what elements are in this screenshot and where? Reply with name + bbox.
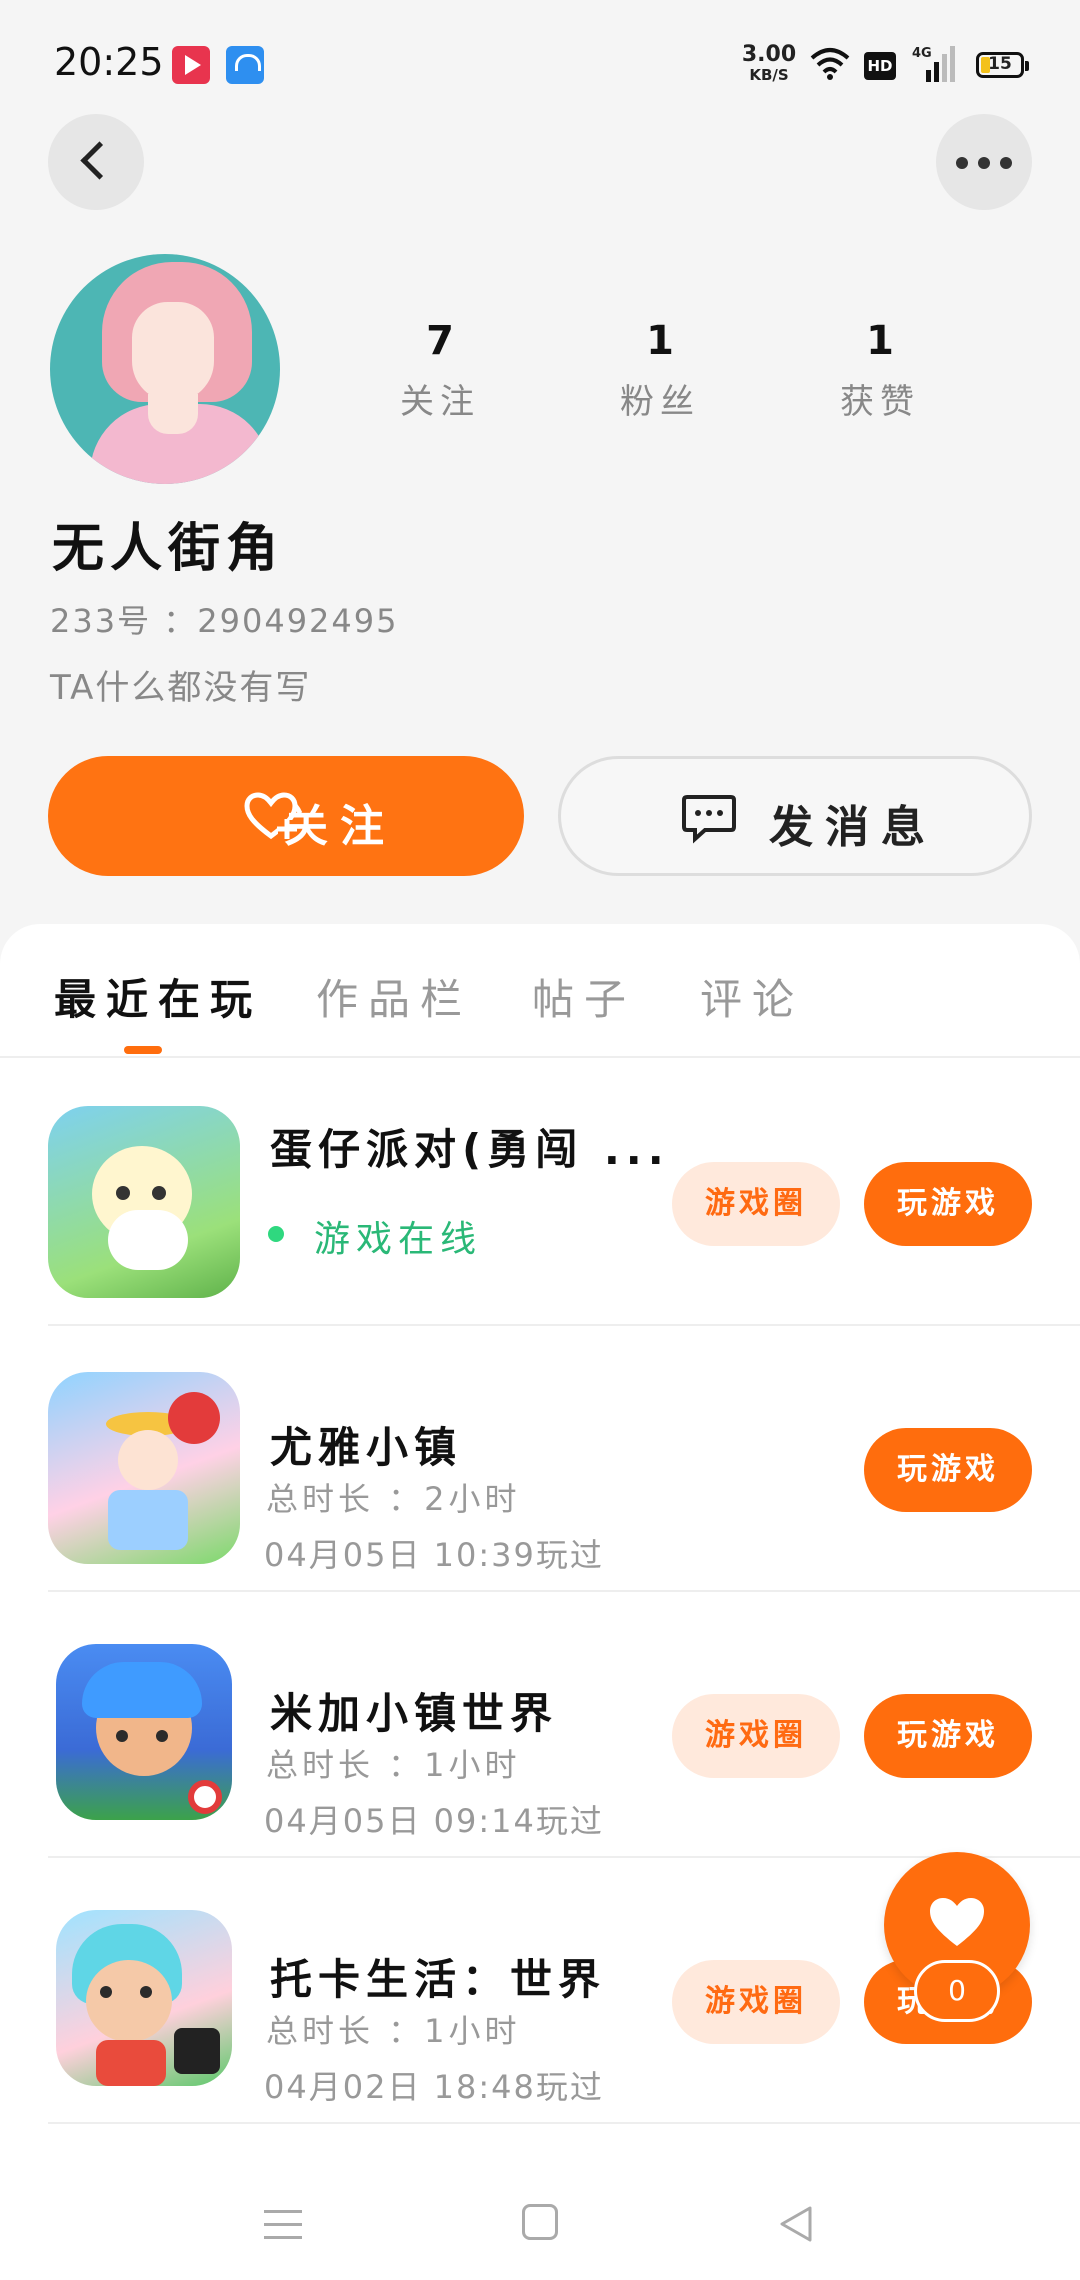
game-title: 米加小镇世界: [270, 1689, 559, 1738]
back-button[interactable]: [48, 114, 144, 210]
network-type: 4G: [912, 46, 932, 61]
game-title: 蛋仔派对(勇闯 ...: [270, 1125, 670, 1174]
game-row[interactable]: 尤雅小镇 总时长 ：2小时 04月05日 10:39玩过 玩游戏: [48, 1326, 1080, 1592]
like-count: 0: [914, 1960, 1000, 2022]
status-time: 20:25: [54, 40, 164, 84]
username: 无人街角: [52, 519, 285, 579]
system-nav-bar: [0, 2160, 1080, 2280]
game-circle-button[interactable]: 游戏圈: [672, 1162, 840, 1246]
network-speed: 3.00 KB/S: [740, 44, 798, 83]
more-dots-icon: [956, 157, 968, 169]
bio: TA什么都没有写: [50, 668, 312, 708]
game-row[interactable]: 米加小镇世界 总时长 ：1小时 04月05日 09:14玩过 游戏圈 玩游戏: [48, 1592, 1080, 1858]
hotspot-app-icon: [226, 46, 264, 84]
game-duration: 总时长 ：1小时: [266, 1746, 521, 1784]
status-bar: 20:25 3.00 KB/S HD 4G 15: [0, 0, 1080, 130]
video-app-icon: [172, 46, 210, 84]
stat-following-label: 关注: [400, 382, 480, 422]
game-row[interactable]: 蛋仔派对(勇闯 ... 游戏在线 游戏圈 玩游戏: [48, 1060, 1080, 1326]
avatar[interactable]: [50, 254, 280, 484]
tab-works[interactable]: 作品栏: [316, 966, 472, 1027]
stat-fans-count: 1: [646, 318, 674, 364]
game-last-played: 04月02日 18:48玩过: [264, 2068, 604, 2106]
back-triangle-icon[interactable]: [776, 2204, 816, 2244]
content-panel: 最近在玩 作品栏 帖子 评论 蛋仔派对(勇闯 ... 游戏在线 游戏圈 玩游戏 …: [0, 924, 1080, 2280]
game-icon-youya-town[interactable]: [48, 1372, 240, 1564]
menu-icon[interactable]: [264, 2210, 302, 2240]
battery-icon: 15: [976, 52, 1029, 78]
stat-likes-count: 1: [866, 318, 894, 364]
hd-icon: HD: [864, 52, 896, 80]
game-circle-button[interactable]: 游戏圈: [672, 1960, 840, 2044]
send-message-button[interactable]: 发消息: [558, 756, 1032, 876]
game-online-status: 游戏在线: [314, 1219, 483, 1260]
game-circle-button[interactable]: 游戏圈: [672, 1694, 840, 1778]
game-duration: 总时长 ：2小时: [266, 1480, 521, 1518]
play-game-button[interactable]: 玩游戏: [864, 1428, 1032, 1512]
network-speed-unit: KB/S: [749, 66, 789, 84]
game-duration: 总时长 ：1小时: [266, 2012, 521, 2050]
game-icon-toca-life[interactable]: [56, 1910, 232, 2086]
more-options-button[interactable]: [936, 114, 1032, 210]
tab-bar: 最近在玩 作品栏 帖子 评论: [0, 924, 1080, 1058]
tab-posts[interactable]: 帖子: [532, 966, 636, 1027]
home-icon[interactable]: [522, 2204, 558, 2240]
network-speed-value: 3.00: [741, 42, 797, 67]
game-last-played: 04月05日 09:14玩过: [264, 1802, 604, 1840]
play-game-button[interactable]: 玩游戏: [864, 1694, 1032, 1778]
game-title: 托卡生活：世界: [270, 1955, 607, 2004]
tab-indicator: [124, 1046, 162, 1054]
wifi-icon: [810, 48, 850, 80]
game-last-played: 04月05日 10:39玩过: [264, 1536, 604, 1574]
stat-following-count: 7: [426, 318, 454, 364]
heart-icon: [930, 1898, 984, 1946]
chat-bubble-icon: [682, 795, 736, 844]
signal-icon: 4G: [912, 46, 958, 82]
stat-likes[interactable]: 1 获赞: [800, 318, 960, 423]
tab-recent-play[interactable]: 最近在玩: [54, 966, 262, 1027]
game-title: 尤雅小镇: [270, 1423, 463, 1472]
follow-button[interactable]: 关注: [48, 756, 524, 876]
send-message-label: 发消息: [769, 802, 937, 853]
battery-level: 15: [988, 54, 1012, 74]
user-id: 233号 ：290492495: [50, 602, 399, 640]
tab-comments[interactable]: 评论: [700, 966, 804, 1027]
play-game-button[interactable]: 玩游戏: [864, 1162, 1032, 1246]
stat-fans-label: 粉丝: [620, 382, 700, 422]
follow-label: 关注: [284, 801, 396, 852]
game-icon-eggy-party[interactable]: [48, 1106, 240, 1298]
stat-likes-label: 获赞: [840, 382, 920, 422]
game-icon-miga-town[interactable]: [56, 1644, 232, 1820]
stat-fans[interactable]: 1 粉丝: [580, 318, 740, 423]
stat-following[interactable]: 7 关注: [360, 318, 520, 423]
online-status-dot: [268, 1226, 284, 1242]
